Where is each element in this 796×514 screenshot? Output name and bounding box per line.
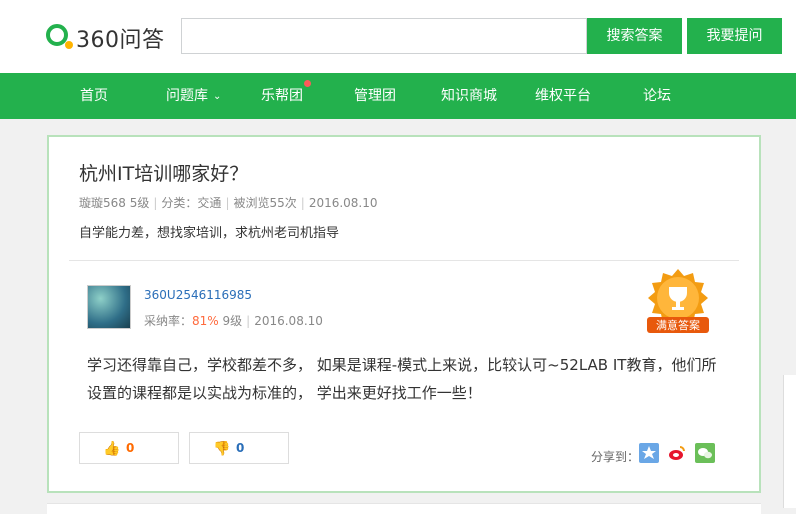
adopt-rate-label: 采纳率： — [144, 314, 193, 328]
site-header: 360问答 搜索答案 我要提问 — [0, 0, 796, 73]
answer-user-level: 9级 — [222, 314, 243, 328]
meta-separator: | — [153, 196, 158, 210]
thumbs-up-icon: 👍 — [103, 441, 121, 457]
meta-separator: | — [246, 314, 251, 328]
answer-username[interactable]: 360U2546116985 — [144, 288, 252, 302]
weibo-share-icon[interactable] — [667, 443, 687, 463]
sidebar-edge — [783, 375, 796, 508]
answer-meta: 采纳率：81% 9级 | 2016.08.10 — [144, 312, 323, 329]
qzone-share-icon[interactable] — [639, 443, 659, 463]
nav-item-rights-platform[interactable]: 维权平台 — [535, 73, 591, 119]
nav-item-forum[interactable]: 论坛 — [643, 73, 671, 119]
search-button[interactable]: 搜索答案 — [587, 18, 682, 54]
question-date: 2016.08.10 — [308, 196, 378, 210]
answer-text: 学习还得靠自己，学校都差不多， 如果是课程-模式上来说，比较认可~52LAB I… — [87, 356, 717, 402]
badge-label: 满意答案 — [656, 318, 700, 332]
site-logo[interactable]: 360问答 — [46, 22, 171, 53]
downvote-count: 0 — [236, 441, 245, 455]
question-author[interactable]: 璇璇568 — [79, 196, 126, 210]
adopt-rate-value: 81% — [192, 314, 219, 328]
meta-separator: | — [225, 196, 230, 210]
question-meta: 璇璇568 5级 | 分类：交通 | 被浏览55次 | 2016.08.10 — [79, 194, 378, 211]
question-views: 被浏览55次 — [233, 196, 297, 210]
question-description: 自学能力差，想找家培训，求杭州老司机指导 — [79, 226, 340, 241]
share-label: 分享到： — [591, 450, 640, 464]
question-author-level: 5级 — [129, 196, 150, 210]
nav-item-help-team[interactable]: 乐帮团 — [261, 73, 303, 119]
satisfied-answer-badge: 满意答案 — [647, 269, 709, 333]
thumbs-down-icon: 👎 — [213, 441, 231, 457]
question-title: 杭州IT培训哪家好？ — [79, 163, 249, 185]
next-card-edge — [47, 503, 761, 514]
divider — [69, 260, 739, 261]
question-card: 杭州IT培训哪家好？ 璇璇568 5级 | 分类：交通 | 被浏览55次 | 2016.08… — [47, 135, 761, 493]
main-nav: 首页 问题库 ⌄ 乐帮团 管理团 知识商城 维权平台 论坛 — [0, 73, 796, 119]
chevron-down-icon: ⌄ — [213, 91, 222, 102]
ask-question-button[interactable]: 我要提问 — [687, 18, 782, 54]
wechat-share-icon[interactable] — [695, 443, 715, 463]
nav-item-knowledge-store[interactable]: 知识商城 — [441, 73, 497, 119]
search-input[interactable] — [181, 18, 587, 54]
nav-item-label: 问题库 — [166, 88, 208, 104]
meta-separator: | — [300, 196, 305, 210]
upvote-button[interactable]: 👍 0 — [79, 432, 179, 464]
logo-dot-icon — [65, 41, 73, 49]
answer-date: 2016.08.10 — [254, 314, 323, 328]
downvote-button[interactable]: 👎 0 — [189, 432, 289, 464]
notification-dot — [304, 80, 311, 87]
nav-item-question-library[interactable]: 问题库 ⌄ — [166, 73, 221, 119]
logo-text: 360问答 — [76, 28, 165, 53]
question-category[interactable]: 分类：交通 — [161, 196, 221, 210]
avatar[interactable] — [87, 285, 131, 329]
nav-item-home[interactable]: 首页 — [80, 73, 108, 119]
nav-item-admin-team[interactable]: 管理团 — [354, 73, 396, 119]
upvote-count: 0 — [126, 441, 135, 455]
